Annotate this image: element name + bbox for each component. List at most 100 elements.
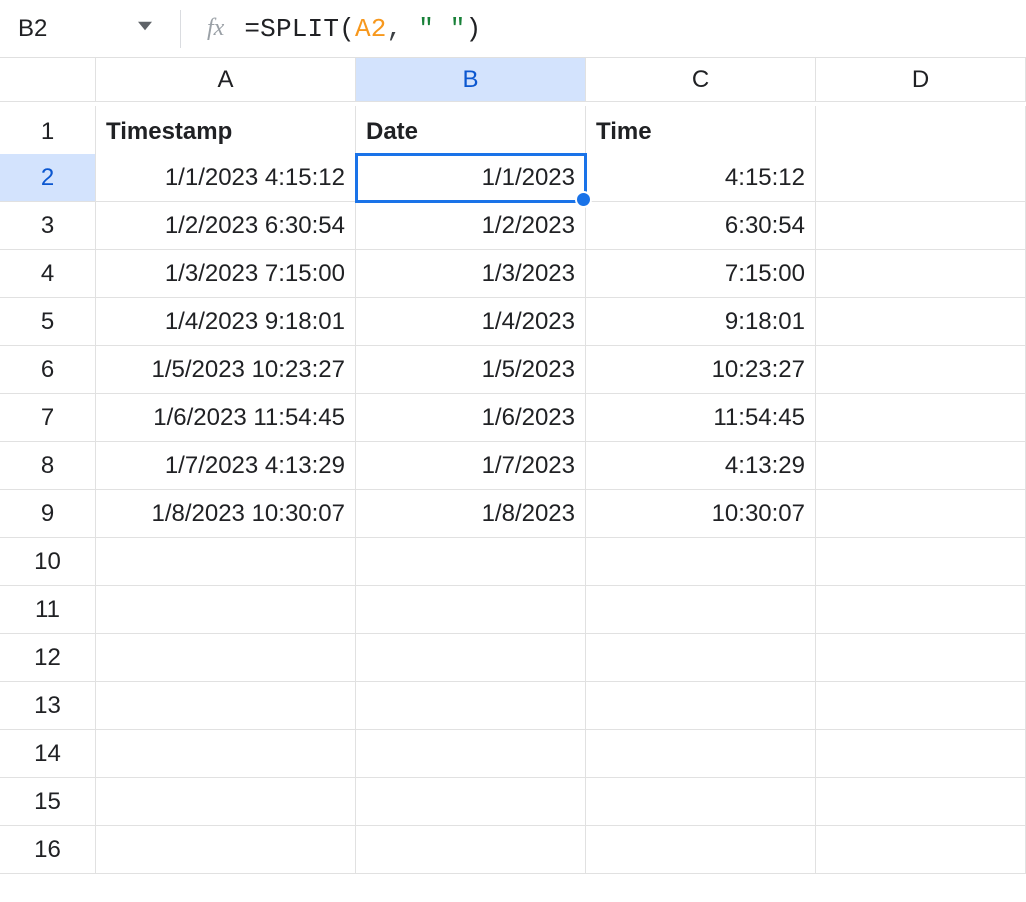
cell-A6[interactable]: 1/5/2023 10:23:27 [96,346,356,394]
formula-fn: SPLIT [260,14,339,44]
formula-sp [402,14,418,44]
cell-D6[interactable] [816,346,1026,394]
cell-A10[interactable] [96,538,356,586]
row-header-15[interactable]: 15 [0,778,96,826]
formula-input[interactable]: =SPLIT(A2, " ") [244,14,481,44]
cell-D15[interactable] [816,778,1026,826]
cell-D8[interactable] [816,442,1026,490]
cell-C13[interactable] [586,682,816,730]
cell-D2[interactable] [816,154,1026,202]
select-all-corner[interactable] [0,58,96,102]
cell-B16[interactable] [356,826,586,874]
cell-D4[interactable] [816,250,1026,298]
cell-B14[interactable] [356,730,586,778]
row-header-13[interactable]: 13 [0,682,96,730]
cell-B3[interactable]: 1/2/2023 [356,202,586,250]
cell-A4[interactable]: 1/3/2023 7:15:00 [96,250,356,298]
cell-D9[interactable] [816,490,1026,538]
cell-A16[interactable] [96,826,356,874]
formula-bar: B2 fx =SPLIT(A2, " ") [0,0,1026,58]
row-header-16[interactable]: 16 [0,826,96,874]
cell-A15[interactable] [96,778,356,826]
cell-A9[interactable]: 1/8/2023 10:30:07 [96,490,356,538]
cell-B6[interactable]: 1/5/2023 [356,346,586,394]
cell-A3[interactable]: 1/2/2023 6:30:54 [96,202,356,250]
cell-C8[interactable]: 4:13:29 [586,442,816,490]
cell-A11[interactable] [96,586,356,634]
cell-B1[interactable]: Date [356,106,586,158]
cell-B2[interactable]: 1/1/2023 [356,154,586,202]
cell-C4[interactable]: 7:15:00 [586,250,816,298]
cell-A7[interactable]: 1/6/2023 11:54:45 [96,394,356,442]
formula-sep: , [387,14,403,44]
formula-open: ( [339,14,355,44]
spreadsheet-grid[interactable]: A B C D 1 Timestamp Date Time 2 1/1/2023… [0,58,1026,874]
cell-B9[interactable]: 1/8/2023 [356,490,586,538]
cell-C11[interactable] [586,586,816,634]
row-header-11[interactable]: 11 [0,586,96,634]
cell-D5[interactable] [816,298,1026,346]
cell-C5[interactable]: 9:18:01 [586,298,816,346]
cell-C3[interactable]: 6:30:54 [586,202,816,250]
row-header-4[interactable]: 4 [0,250,96,298]
col-header-B[interactable]: B [356,58,586,102]
cell-D10[interactable] [816,538,1026,586]
cell-B5[interactable]: 1/4/2023 [356,298,586,346]
row-header-1[interactable]: 1 [0,106,96,158]
cell-B4[interactable]: 1/3/2023 [356,250,586,298]
name-box[interactable]: B2 [18,15,78,43]
row-header-9[interactable]: 9 [0,490,96,538]
cell-C9[interactable]: 10:30:07 [586,490,816,538]
cell-D11[interactable] [816,586,1026,634]
cell-D13[interactable] [816,682,1026,730]
cell-C15[interactable] [586,778,816,826]
row-header-10[interactable]: 10 [0,538,96,586]
cell-D14[interactable] [816,730,1026,778]
formula-close: ) [466,14,482,44]
cell-D12[interactable] [816,634,1026,682]
name-box-container[interactable]: B2 [18,10,181,48]
formula-str: " " [418,14,465,44]
cell-C1[interactable]: Time [586,106,816,158]
row-header-12[interactable]: 12 [0,634,96,682]
cell-B11[interactable] [356,586,586,634]
cell-C16[interactable] [586,826,816,874]
cell-B8[interactable]: 1/7/2023 [356,442,586,490]
row-header-8[interactable]: 8 [0,442,96,490]
cell-A1[interactable]: Timestamp [96,106,356,158]
formula-ref: A2 [355,14,387,44]
cell-B15[interactable] [356,778,586,826]
cell-B7[interactable]: 1/6/2023 [356,394,586,442]
cell-D3[interactable] [816,202,1026,250]
cell-A13[interactable] [96,682,356,730]
row-header-3[interactable]: 3 [0,202,96,250]
cell-D16[interactable] [816,826,1026,874]
col-header-C[interactable]: C [586,58,816,102]
cell-C2[interactable]: 4:15:12 [586,154,816,202]
row-header-2[interactable]: 2 [0,154,96,202]
row-header-7[interactable]: 7 [0,394,96,442]
cell-C6[interactable]: 10:23:27 [586,346,816,394]
cell-A5[interactable]: 1/4/2023 9:18:01 [96,298,356,346]
cell-C7[interactable]: 11:54:45 [586,394,816,442]
cell-B12[interactable] [356,634,586,682]
chevron-down-icon[interactable] [138,19,152,38]
cell-C14[interactable] [586,730,816,778]
cell-D7[interactable] [816,394,1026,442]
cell-C12[interactable] [586,634,816,682]
col-header-D[interactable]: D [816,58,1026,102]
fx-icon: fx [207,15,224,42]
col-header-A[interactable]: A [96,58,356,102]
cell-B10[interactable] [356,538,586,586]
cell-D1[interactable] [816,106,1026,158]
cell-B13[interactable] [356,682,586,730]
row-header-14[interactable]: 14 [0,730,96,778]
cell-C10[interactable] [586,538,816,586]
cell-A2[interactable]: 1/1/2023 4:15:12 [96,154,356,202]
cell-A14[interactable] [96,730,356,778]
cell-A12[interactable] [96,634,356,682]
formula-input-wrap[interactable]: fx =SPLIT(A2, " ") [181,14,481,44]
row-header-5[interactable]: 5 [0,298,96,346]
cell-A8[interactable]: 1/7/2023 4:13:29 [96,442,356,490]
row-header-6[interactable]: 6 [0,346,96,394]
